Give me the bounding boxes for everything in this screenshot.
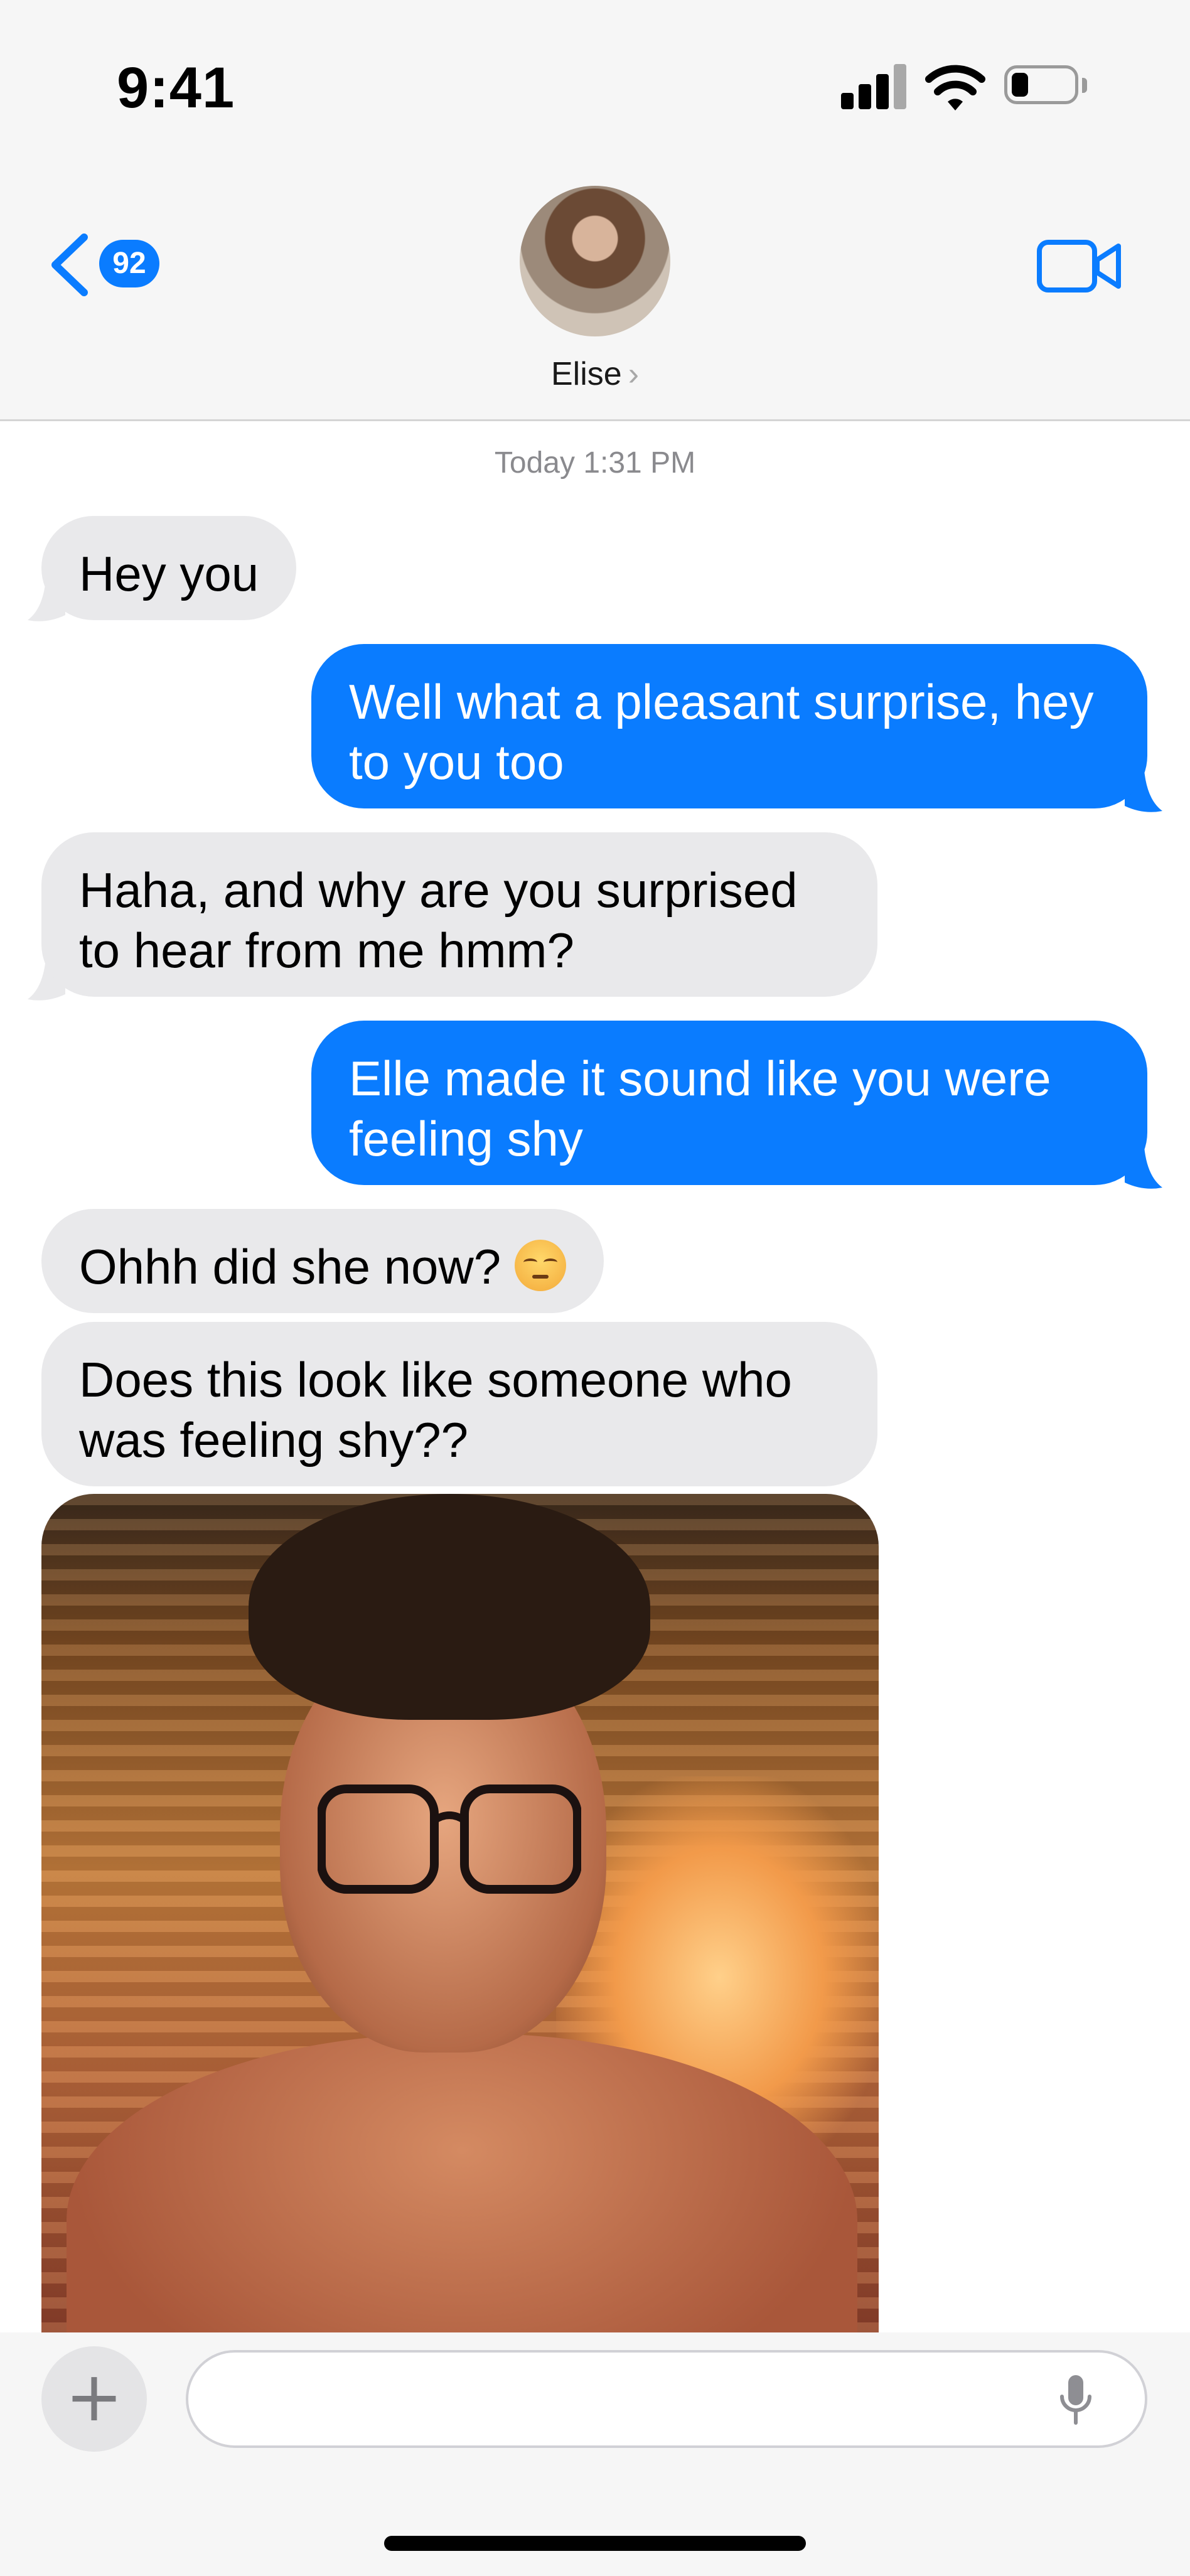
message-text: Hey you — [79, 546, 259, 601]
message-bubble-received[interactable]: Ohhh did she now? — [41, 1209, 604, 1313]
message-input[interactable] — [186, 2350, 1147, 2448]
contact-name[interactable]: Elise › — [0, 355, 1190, 393]
wifi-icon — [925, 65, 985, 110]
chevron-left-icon — [51, 233, 88, 296]
unread-count-badge: 92 — [99, 240, 159, 287]
contact-name-label: Elise — [550, 356, 622, 392]
battery-icon — [1004, 65, 1090, 107]
contact-avatar[interactable] — [520, 186, 670, 336]
message-text: Elle made it sound like you were feeling… — [349, 1051, 1051, 1166]
message-bubble-received[interactable]: Hey you — [41, 516, 297, 620]
message-text: Does this look like someone who was feel… — [79, 1352, 792, 1468]
message-bubble-sent[interactable]: Elle made it sound like you were feeling… — [311, 1021, 1147, 1185]
add-attachment-button[interactable]: + — [41, 2346, 147, 2452]
message-text: Ohhh did she now? — [79, 1239, 501, 1294]
back-button[interactable]: 92 — [48, 228, 173, 298]
video-camera-icon[interactable] — [1036, 236, 1123, 296]
home-indicator — [384, 2536, 806, 2551]
microphone-icon[interactable] — [1057, 2374, 1095, 2427]
message-text: Haha, and why are you surprised to hear … — [79, 862, 798, 978]
status-time: 9:41 — [117, 56, 235, 120]
photo-attachment[interactable] — [41, 1494, 879, 2332]
navigation-header: 9:41 92 Elise › — [0, 0, 1190, 421]
message-bubble-sent[interactable]: Well what a pleasant surprise, hey to yo… — [311, 644, 1147, 808]
message-bubble-received[interactable]: Haha, and why are you surprised to hear … — [41, 832, 877, 997]
conversation-timestamp: Today 1:31 PM — [494, 446, 696, 480]
message-text: Well what a pleasant surprise, hey to yo… — [349, 674, 1094, 790]
relieved-smirk-emoji-icon — [515, 1240, 567, 1291]
cellular-signal-icon — [841, 64, 906, 109]
message-bubble-received[interactable]: Does this look like someone who was feel… — [41, 1322, 877, 1486]
chevron-right-icon: › — [628, 356, 640, 392]
